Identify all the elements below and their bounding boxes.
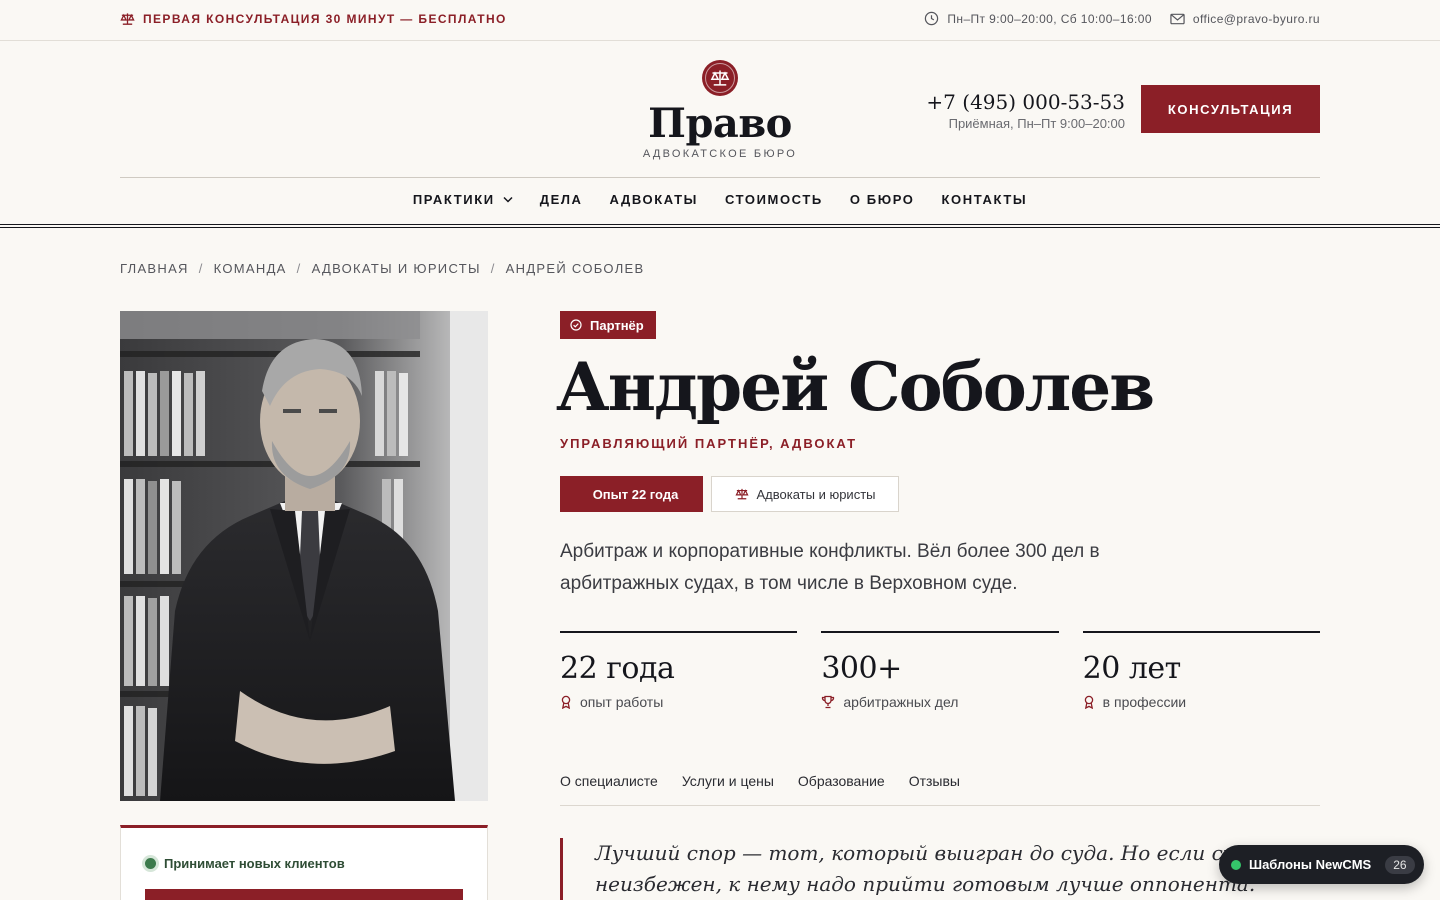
breadcrumb-separator: /: [296, 261, 302, 276]
trophy-icon: [821, 695, 835, 709]
email-text[interactable]: office@pravo-byuro.ru: [1193, 12, 1320, 26]
tab-services[interactable]: Услуги и цены: [682, 773, 774, 806]
partner-badge: Партнёр: [560, 311, 656, 339]
breadcrumb: ГЛАВНАЯ / КОМАНДА / АДВОКАТЫ И ЮРИСТЫ / …: [120, 261, 644, 276]
accepting-text: Принимает новых клиентов: [164, 856, 345, 871]
experience-chip: Опыт 22 года: [560, 476, 703, 512]
accepting-clients: Принимает новых клиентов: [145, 856, 345, 871]
nav-item-pricing[interactable]: СТОИМОСТЬ: [725, 192, 823, 207]
award-icon: [560, 695, 572, 709]
logo-title[interactable]: Право: [600, 100, 840, 147]
stat-value: 22 года: [560, 651, 675, 686]
lawyer-role: УПРАВЛЯЮЩИЙ ПАРТНЁР, АДВОКАТ: [560, 436, 858, 451]
chevron-down-icon: [503, 196, 513, 203]
tab-education[interactable]: Образование: [798, 773, 885, 806]
book-button[interactable]: [145, 889, 463, 900]
category-chip-label: Адвокаты и юристы: [756, 486, 876, 502]
logo-subtitle: АДВОКАТСКОЕ БЮРО: [642, 148, 798, 160]
email-link[interactable]: office@pravo-byuro.ru: [1170, 12, 1320, 26]
breadcrumb-separator: /: [198, 261, 204, 276]
working-hours: Пн–Пт 9:00–20:00, Сб 10:00–16:00: [924, 11, 1152, 26]
breadcrumb-separator: /: [490, 261, 496, 276]
breadcrumb-home[interactable]: ГЛАВНАЯ: [120, 261, 189, 276]
consultation-button[interactable]: КОНСУЛЬТАЦИЯ: [1141, 85, 1320, 133]
stat-label: в профессии: [1102, 694, 1187, 710]
scales-icon: [710, 69, 730, 87]
nav-item-contacts[interactable]: КОНТАКТЫ: [942, 192, 1028, 207]
nav-item-about[interactable]: О БЮРО: [850, 192, 915, 207]
nav-item-practices[interactable]: ПРАКТИКИ: [413, 192, 513, 207]
phone-block: +7 (495) 000-53-53 Приёмная, Пн–Пт 9:00–…: [926, 90, 1125, 131]
nav-item-label: ПРАКТИКИ: [412, 192, 495, 207]
stat-label: арбитражных дел: [843, 694, 959, 710]
lawyer-portrait: [120, 311, 488, 801]
scales-icon: [120, 12, 135, 26]
tab-reviews[interactable]: Отзывы: [909, 773, 960, 806]
templates-widget[interactable]: Шаблоны NewCMS 26: [1219, 845, 1424, 884]
stat-profession: 20 лет в профессии: [1082, 631, 1320, 710]
availability-card: Принимает новых клиентов: [120, 825, 488, 900]
nav-item-cases[interactable]: ДЕЛА: [540, 192, 583, 207]
widget-label: Шаблоны NewCMS: [1249, 857, 1372, 872]
badge-text: Партнёр: [590, 317, 644, 333]
hours-text: Пн–Пт 9:00–20:00, Сб 10:00–16:00: [947, 11, 1152, 26]
promo-text: ПЕРВАЯ КОНСУЛЬТАЦИЯ 30 МИНУТ — БЕСПЛАТНО: [143, 12, 507, 26]
award-icon: [1083, 695, 1095, 709]
check-circle-icon: [570, 319, 582, 331]
stat-value: 300+: [821, 651, 902, 686]
widget-count: 26: [1385, 855, 1415, 874]
logo-emblem[interactable]: [702, 60, 738, 96]
stat-label: опыт работы: [580, 694, 664, 710]
stat-value: 20 лет: [1082, 651, 1182, 686]
category-chip[interactable]: Адвокаты и юристы: [711, 476, 899, 512]
status-dot-icon: [145, 858, 156, 869]
phone-note: Приёмная, Пн–Пт 9:00–20:00: [948, 116, 1125, 131]
mail-icon: [1170, 13, 1185, 25]
breadcrumb-lawyers[interactable]: АДВОКАТЫ И ЮРИСТЫ: [312, 261, 481, 276]
clock-icon: [924, 11, 939, 26]
lawyer-summary: Арбитраж и корпоративные конфликты. Вёл …: [560, 541, 1100, 594]
header-double-rule: [0, 224, 1440, 228]
nav-item-lawyers[interactable]: АДВОКАТЫ: [610, 192, 698, 207]
lawyer-name: Андрей Соболев: [556, 348, 1155, 426]
nav-divider: [120, 177, 1320, 178]
tab-about[interactable]: О специалисте: [560, 773, 658, 806]
phone-number[interactable]: +7 (495) 000-53-53: [926, 90, 1125, 114]
scales-icon: [734, 488, 749, 500]
stats-row: 22 года опыт работы 300+ арбитражных дел…: [560, 631, 1320, 710]
breadcrumb-team[interactable]: КОМАНДА: [214, 261, 287, 276]
stat-cases: 300+ арбитражных дел: [821, 631, 1059, 710]
top-bar: ПЕРВАЯ КОНСУЛЬТАЦИЯ 30 МИНУТ — БЕСПЛАТНО…: [0, 0, 1440, 41]
free-consultation-promo: ПЕРВАЯ КОНСУЛЬТАЦИЯ 30 МИНУТ — БЕСПЛАТНО: [120, 12, 507, 26]
contact-info: Пн–Пт 9:00–20:00, Сб 10:00–16:00 office@…: [924, 11, 1320, 26]
online-dot-icon: [1231, 859, 1241, 870]
lawyer-quote: Лучший спор — тот, который выигран до су…: [560, 838, 1260, 900]
breadcrumb-current: АНДРЕЙ СОБОЛЕВ: [505, 261, 645, 276]
profile-tabs: О специалисте Услуги и цены Образование …: [560, 773, 1320, 806]
stat-experience: 22 года опыт работы: [560, 631, 798, 710]
main-nav: ПРАКТИКИ ДЕЛА АДВОКАТЫ СТОИМОСТЬ О БЮРО …: [0, 192, 1440, 207]
